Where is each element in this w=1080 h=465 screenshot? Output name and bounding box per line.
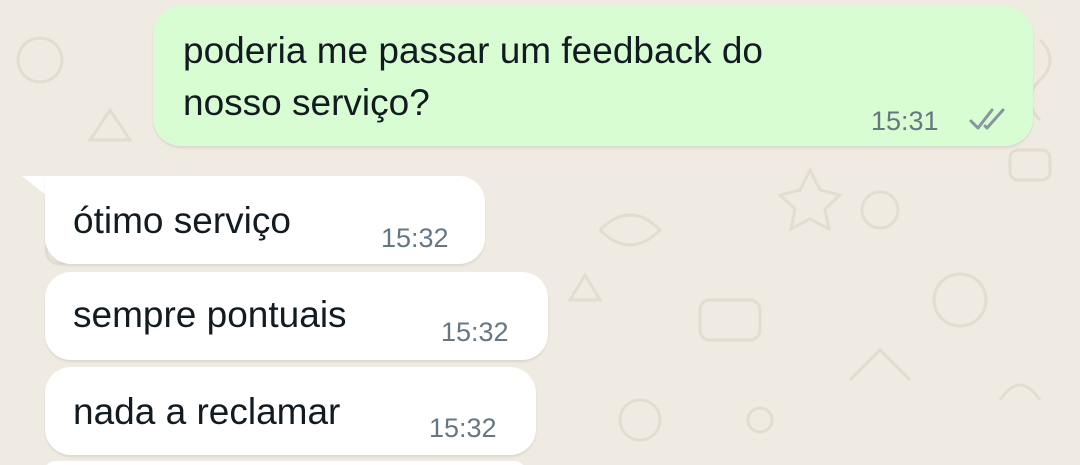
incoming-message-bubble[interactable]: sempre pontuais 15:32 bbox=[45, 272, 548, 360]
message-timestamp: 15:32 bbox=[381, 223, 449, 253]
incoming-message-bubble[interactable]: ótimo serviço 15:32 bbox=[45, 176, 485, 264]
message-text-line-2: nosso serviço? bbox=[183, 82, 430, 123]
message-text: nada a reclamar bbox=[73, 391, 341, 432]
message-timestamp: 15:32 bbox=[429, 413, 497, 443]
message-text-line-1: poderia me passar um feedback do bbox=[183, 30, 764, 71]
message-text: ótimo serviço bbox=[73, 200, 291, 241]
double-check-icon bbox=[969, 108, 1005, 130]
message-text: sempre pontuais bbox=[73, 294, 347, 335]
message-timestamp: 15:31 bbox=[871, 106, 939, 136]
outgoing-message-bubble[interactable]: poderia me passar um feedback do nosso s… bbox=[153, 6, 1033, 146]
incoming-message-bubble-partial bbox=[45, 461, 525, 465]
message-timestamp: 15:32 bbox=[441, 317, 509, 347]
incoming-message-bubble[interactable]: nada a reclamar 15:32 bbox=[45, 367, 536, 455]
